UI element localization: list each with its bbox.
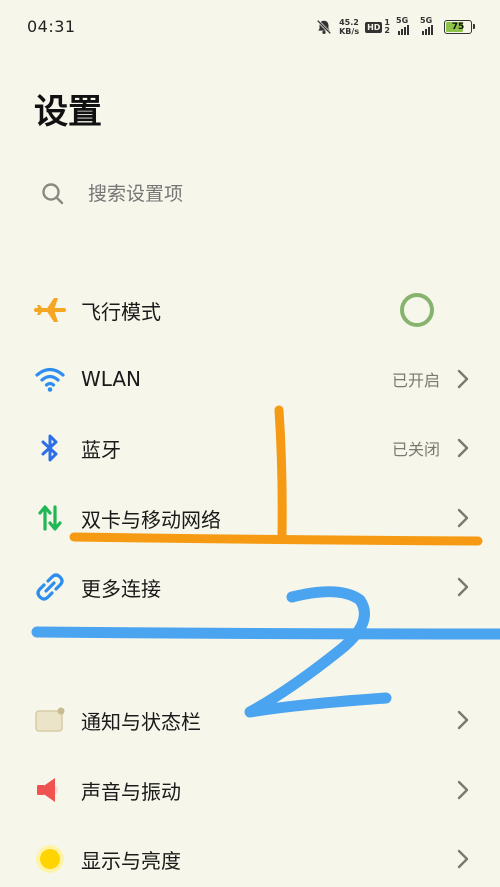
setting-label: 飞行模式 — [81, 299, 161, 324]
network-type-label: 5G — [396, 16, 409, 25]
mobile-data-icon — [34, 502, 66, 534]
battery-icon: 75 — [444, 20, 475, 34]
bluetooth-icon — [34, 432, 66, 464]
status-icons: 45.2 KB/s HD 1 2 5G 5G 75 — [315, 16, 475, 38]
signal-icon: 5G — [396, 16, 414, 35]
net-speed-unit: KB/s — [339, 27, 360, 36]
battery-level: 75 — [451, 22, 465, 32]
net-speed: 45.2 KB/s — [339, 18, 359, 36]
search-icon — [42, 183, 64, 205]
speaker-icon — [34, 774, 66, 806]
setting-sound-vibration[interactable]: 声音与振动 — [0, 762, 500, 818]
net-speed-value: 45.2 — [339, 18, 359, 27]
notification-icon — [34, 704, 66, 736]
airplane-mode-toggle[interactable] — [400, 293, 434, 327]
brightness-icon — [34, 843, 66, 875]
sim-index: 1 2 — [384, 19, 390, 35]
chevron-right-icon — [457, 780, 469, 800]
wlan-status: 已开启 — [391, 371, 440, 390]
setting-label: WLAN — [81, 367, 142, 391]
setting-label: 双卡与移动网络 — [81, 507, 221, 532]
search-bar[interactable] — [40, 176, 390, 212]
sim-index-2: 2 — [384, 26, 390, 35]
hd-badge: HD — [365, 21, 383, 33]
airplane-icon — [34, 294, 66, 326]
chevron-right-icon — [457, 438, 469, 458]
network-type-label-2: 5G — [420, 16, 433, 25]
status-time: 04:31 — [27, 17, 76, 36]
setting-label: 通知与状态栏 — [81, 709, 201, 734]
bluetooth-status: 已关闭 — [391, 440, 440, 459]
status-bar: 04:31 45.2 KB/s HD 1 2 5G 5G 75 — [0, 0, 500, 52]
signal-icon-2: 5G — [420, 16, 438, 35]
chevron-right-icon — [457, 369, 469, 389]
chevron-right-icon — [457, 710, 469, 730]
setting-display-brightness[interactable]: 显示与亮度 — [0, 831, 500, 887]
setting-bluetooth[interactable]: 蓝牙 已关闭 — [0, 420, 500, 476]
wifi-icon — [34, 363, 66, 395]
setting-label: 声音与振动 — [81, 779, 181, 804]
setting-label: 显示与亮度 — [81, 848, 181, 873]
setting-label: 蓝牙 — [81, 437, 121, 462]
notifications-muted-icon — [316, 19, 332, 35]
chevron-right-icon — [457, 508, 469, 528]
setting-wlan[interactable]: WLAN 已开启 — [0, 351, 500, 407]
setting-dual-sim-mobile-network[interactable]: 双卡与移动网络 — [0, 490, 500, 546]
setting-more-connections[interactable]: 更多连接 — [0, 559, 500, 615]
link-icon — [34, 571, 66, 603]
chevron-right-icon — [457, 849, 469, 869]
search-input[interactable] — [86, 182, 390, 206]
setting-airplane-mode[interactable]: 飞行模式 — [0, 282, 500, 338]
setting-notifications-status-bar[interactable]: 通知与状态栏 — [0, 692, 500, 748]
chevron-right-icon — [457, 577, 469, 597]
setting-label: 更多连接 — [81, 576, 161, 601]
page-title: 设置 — [34, 92, 102, 132]
